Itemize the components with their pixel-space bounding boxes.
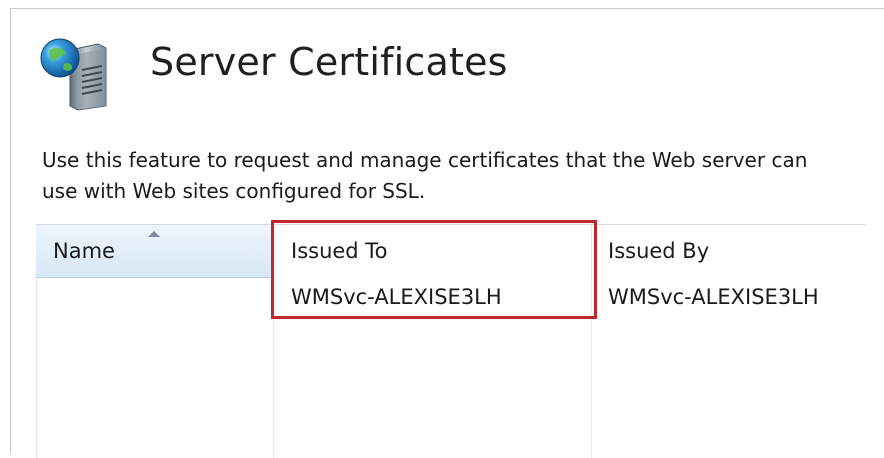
cell-issued-by: WMSvc-ALEXISE3LH: [608, 285, 819, 309]
column-header-issued-to[interactable]: Issued To: [274, 225, 592, 278]
sort-ascending-icon: [148, 231, 160, 237]
column-header-issued-to-label: Issued To: [291, 239, 388, 263]
feature-description: Use this feature to request and manage c…: [42, 148, 808, 203]
column-header-name[interactable]: Name: [36, 225, 274, 278]
cell-issued-to: WMSvc-ALEXISE3LH: [291, 285, 502, 309]
server-certificates-icon: [36, 36, 112, 112]
column-header-issued-by[interactable]: Issued By: [592, 225, 866, 278]
certificates-table: Name Issued To Issued By WMSvc-ALEXISE3L…: [36, 224, 866, 458]
column-body-name: [36, 278, 274, 458]
column-header-name-label: Name: [53, 239, 115, 263]
page-title: Server Certificates: [150, 40, 508, 84]
column-header-issued-by-label: Issued By: [608, 239, 710, 263]
table-header: Name Issued To Issued By: [36, 225, 866, 278]
